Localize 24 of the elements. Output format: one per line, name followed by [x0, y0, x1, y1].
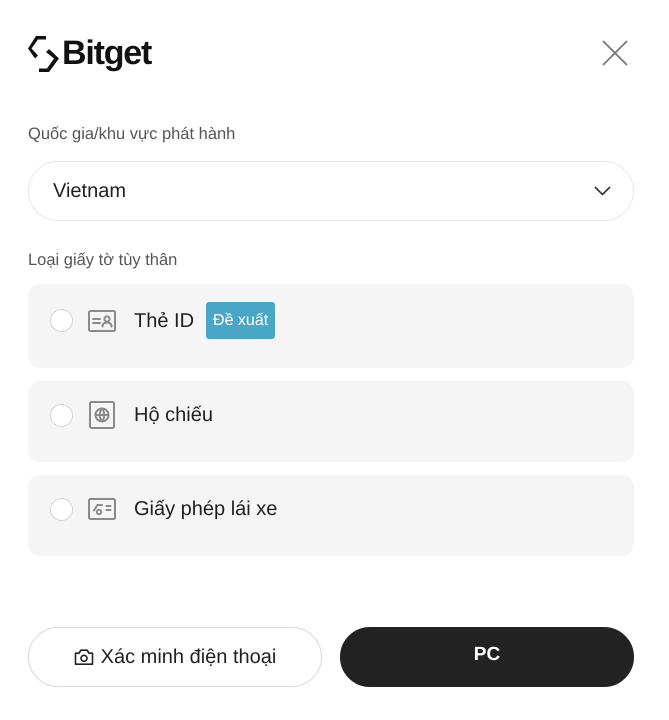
logo-text: Bitget	[62, 35, 152, 72]
field-label: Quốc gia/khu vực phát hành	[28, 124, 236, 145]
option-label: Giấy phép lái xe	[134, 497, 278, 522]
option-label: Hộ chiếu	[134, 403, 213, 428]
chevron-down-icon	[594, 186, 611, 196]
radio-button[interactable]	[50, 404, 73, 426]
phone-verification-button[interactable]: Xác minh điện thoại	[28, 627, 322, 687]
license-card-icon	[88, 497, 116, 521]
close-icon	[602, 40, 628, 66]
country-select[interactable]: Vietnam	[28, 161, 634, 221]
passport-globe-icon	[88, 401, 116, 429]
document-option[interactable]: Thẻ ID Đề xuất	[28, 284, 634, 368]
close-button[interactable]	[602, 40, 628, 66]
radio-button[interactable]	[50, 309, 73, 332]
id-card-icon	[88, 308, 116, 332]
document-option[interactable]: Giấy phép lái xe	[28, 475, 634, 556]
bitget-logo-icon	[28, 36, 59, 72]
pc-button[interactable]: PC	[340, 627, 634, 687]
radio-button[interactable]	[50, 498, 73, 520]
document-option[interactable]: Hộ chiếu	[28, 381, 634, 462]
field-label: Loại giấy tờ tùy thân	[28, 250, 178, 271]
recommended-badge: Đề xuất	[206, 302, 276, 339]
option-label: Thẻ ID	[134, 308, 194, 334]
camera-icon	[74, 648, 94, 666]
